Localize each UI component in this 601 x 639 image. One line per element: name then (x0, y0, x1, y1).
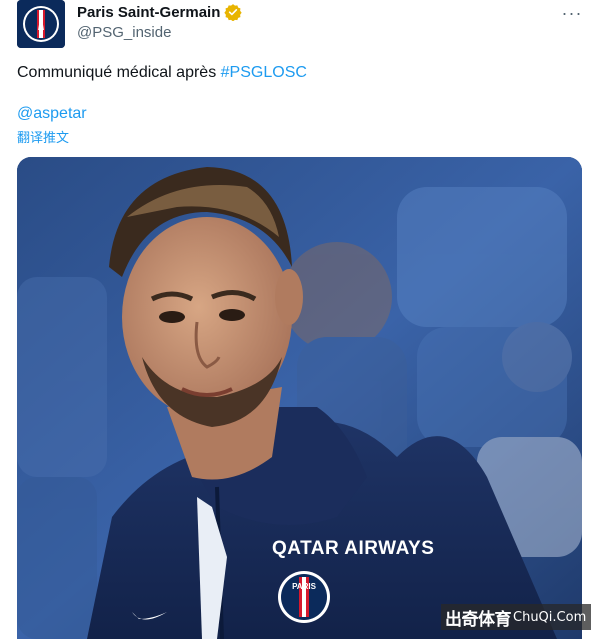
tweet-text: Communiqué médical après #PSGLOSC (17, 64, 307, 82)
tweet-text-body: Communiqué médical après (17, 64, 221, 81)
watermark: 出奇体育 ChuQi.Com (441, 604, 591, 630)
player-photo: QATAR AIRWAYS PARIS (17, 157, 582, 639)
watermark-en: ChuQi.Com (513, 609, 587, 625)
crest-text: PARIS (292, 582, 317, 591)
translate-tweet-link[interactable]: 翻译推文 (17, 127, 69, 146)
verified-badge-icon (224, 4, 243, 21)
hashtag-link[interactable]: #PSGLOSC (221, 64, 307, 81)
psg-logo-icon (17, 0, 65, 48)
tweet-header: Paris Saint-Germain @PSG_inside ··· (17, 0, 601, 56)
jacket-sponsor-text: QATAR AIRWAYS (272, 538, 434, 559)
author-name[interactable]: Paris Saint-Germain (77, 4, 220, 21)
more-options-icon[interactable]: ··· (561, 2, 583, 24)
avatar[interactable] (17, 0, 65, 48)
psg-crest-icon: PARIS (278, 571, 330, 623)
watermark-cn: 出奇体育 (445, 609, 512, 630)
mention-link[interactable]: @aspetar (17, 105, 87, 123)
tweet-photo[interactable]: QATAR AIRWAYS PARIS (17, 157, 582, 639)
author-handle[interactable]: @PSG_inside (77, 24, 171, 41)
